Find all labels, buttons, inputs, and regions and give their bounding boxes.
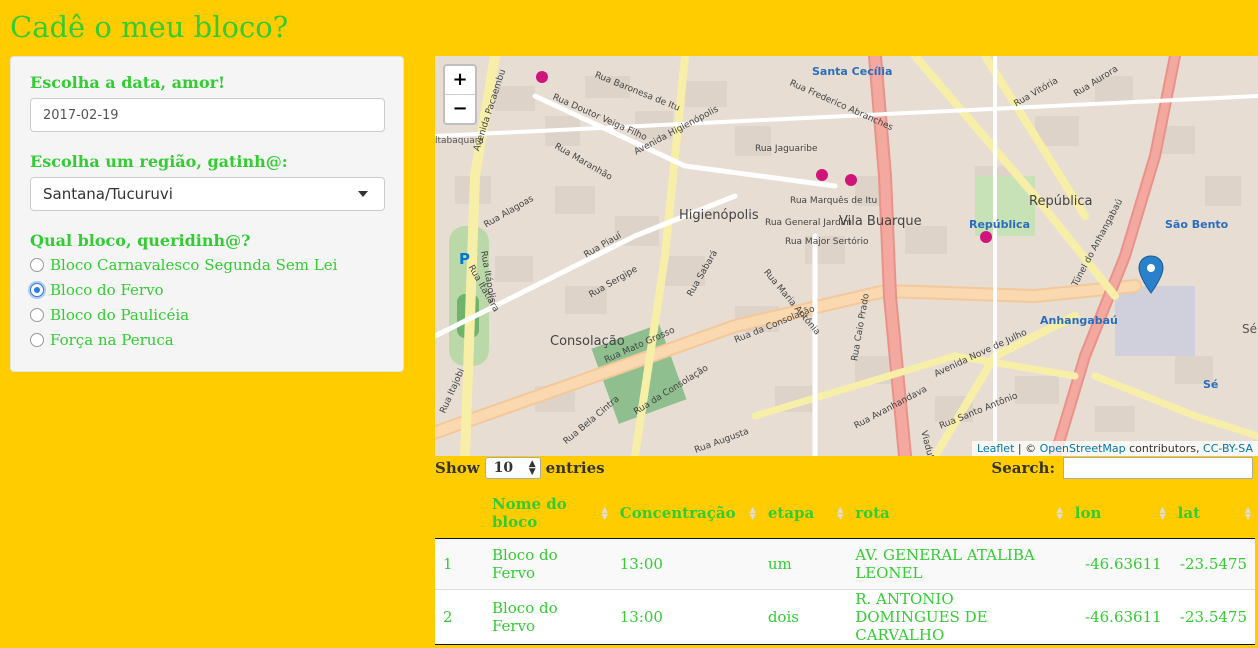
bloco-option[interactable]: Bloco do Paulicéia (30, 302, 384, 327)
chevron-down-icon (358, 191, 368, 197)
svg-text:P: P (459, 250, 470, 268)
column-header[interactable]: Concentração ▲ ▼ (611, 488, 760, 539)
bloco-option-label: Força na Peruca (50, 330, 174, 349)
search-label: Search: (991, 459, 1055, 477)
sort-icon: ▲ ▼ (1056, 504, 1063, 521)
row-index: 1 (435, 538, 484, 590)
cell-lat: -23.5475 (1169, 538, 1255, 590)
column-header[interactable]: Nome do bloco ▲ ▼ (483, 488, 612, 539)
bloco-label: Qual bloco, queridinh@? (30, 231, 251, 250)
column-header-label: lon (1074, 504, 1102, 522)
cell-lat: -23.5475 (1169, 589, 1255, 645)
cell-concentracao: 13:00 (611, 589, 760, 645)
cell-rota: R. ANTONIO DOMINGUES DE CARVALHO (847, 589, 1067, 645)
bloco-option-label: Bloco Carnavalesco Segunda Sem Lei (50, 255, 338, 274)
show-label: Show (435, 459, 480, 477)
zoom-control: + − (443, 64, 477, 125)
entries-label: entries (545, 459, 605, 477)
cell-etapa: dois (759, 589, 848, 645)
sort-icon: ▲ ▼ (601, 504, 608, 521)
map-attribution: Leaflet | © OpenStreetMap contributors, … (971, 441, 1258, 456)
data-table: Nome do bloco ▲ ▼ Concentração ▲ ▼ etapa ▲ ▼ r… (435, 488, 1255, 645)
street-label: Rua Jaguaribe (755, 144, 818, 154)
map-label: Consolação (550, 334, 625, 349)
region-select[interactable]: Santana/Tucuruvi (30, 177, 385, 211)
osm-link[interactable]: OpenStreetMap (1040, 442, 1126, 455)
page-title: Cadê o meu bloco? (10, 10, 289, 44)
bloco-option[interactable]: Bloco do Fervo (30, 277, 384, 302)
cell-nome: Bloco do Fervo (483, 589, 612, 645)
column-header[interactable]: lat ▲ ▼ (1169, 488, 1255, 539)
date-value: 2017-02-19 (43, 107, 119, 123)
region-label: Escolha um região, gatinh@: (30, 152, 288, 171)
cell-lon: -46.63611 (1066, 589, 1170, 645)
sort-icon: ▲ ▼ (837, 504, 844, 521)
map-label: Higienópolis (679, 208, 759, 223)
column-header-label: Concentração (619, 504, 736, 522)
zoom-in-button[interactable]: + (445, 66, 475, 95)
map-label: São Bento (1165, 218, 1229, 231)
table-controls: Show 10 ▲ ▼ entries Search: (435, 456, 1258, 480)
table-row[interactable]: 2 Bloco do Fervo 13:00 dois R. ANTONIO D… (435, 589, 1255, 645)
attribution-text: contributors, (1125, 442, 1204, 455)
column-header-label: Nome do bloco (491, 495, 567, 531)
column-header[interactable]: lon ▲ ▼ (1066, 488, 1170, 539)
map-marker-icon[interactable] (1138, 255, 1164, 295)
column-header-label: lat (1177, 504, 1201, 522)
map-tiles: P (435, 56, 1258, 456)
bloco-option[interactable]: Bloco Carnavalesco Segunda Sem Lei (30, 252, 384, 277)
cell-nome: Bloco do Fervo (483, 538, 612, 590)
sort-icon: ▲ ▼ (1244, 504, 1251, 521)
map-label: Sé (1242, 322, 1257, 336)
leaflet-link[interactable]: Leaflet (977, 442, 1014, 455)
sidebar-panel: Escolha a data, amor! 2017-02-19 Escolha… (10, 56, 404, 372)
column-header[interactable]: rota ▲ ▼ (847, 488, 1067, 539)
sort-icon: ▲ ▼ (749, 504, 756, 521)
attribution-separator: | © (1014, 442, 1040, 455)
column-header-label: rota (855, 504, 890, 522)
street-label: Rua General Jardim (765, 218, 852, 228)
select-arrows-icon: ▲ ▼ (528, 459, 536, 477)
map-label: República (969, 218, 1030, 231)
sort-icon: ▲ ▼ (1159, 504, 1166, 521)
search-input[interactable] (1063, 457, 1253, 479)
column-header[interactable]: etapa ▲ ▼ (759, 488, 848, 539)
date-input[interactable]: 2017-02-19 (30, 98, 385, 132)
cell-lon: -46.63611 (1066, 538, 1170, 590)
map-label: Santa Cecília (812, 65, 893, 78)
map-label: Anhangabaú (1040, 314, 1118, 327)
cell-concentracao: 13:00 (611, 538, 760, 590)
street-label: Rua Marquês de Itu (790, 196, 878, 206)
date-label: Escolha a data, amor! (30, 73, 226, 92)
bloco-option[interactable]: Força na Peruca (30, 327, 384, 352)
page-length-control: Show 10 ▲ ▼ entries (435, 456, 605, 480)
map-label: Sé (1203, 378, 1219, 391)
radio-button[interactable] (30, 332, 44, 347)
radio-button[interactable] (30, 307, 44, 322)
search-control: Search: (991, 456, 1253, 480)
table-header-row: Nome do bloco ▲ ▼ Concentração ▲ ▼ etapa ▲ ▼ r… (435, 488, 1255, 539)
row-index: 2 (435, 589, 484, 645)
column-header (435, 488, 484, 539)
page-length-select[interactable]: 10 ▲ ▼ (484, 457, 541, 479)
radio-button-checked[interactable] (30, 282, 44, 297)
column-header-label: etapa (767, 504, 815, 522)
bloco-option-label: Bloco do Paulicéia (50, 305, 190, 324)
cell-rota: AV. GENERAL ATALIBA LEONEL (847, 538, 1067, 590)
bloco-option-label: Bloco do Fervo (50, 280, 164, 299)
street-label: Rua Major Sertório (785, 237, 869, 247)
cell-etapa: um (759, 538, 848, 590)
license-link[interactable]: CC-BY-SA (1203, 442, 1253, 455)
region-value: Santana/Tucuruvi (43, 185, 173, 203)
page-length-value: 10 (493, 460, 514, 476)
table-row[interactable]: 1 Bloco do Fervo 13:00 um AV. GENERAL AT… (435, 538, 1255, 590)
radio-button[interactable] (30, 257, 44, 272)
leaflet-map[interactable]: P + − Santa Cecília Higienópolis Vila Bu… (435, 56, 1258, 456)
map-label: República (1029, 194, 1093, 209)
zoom-out-button[interactable]: − (445, 95, 475, 123)
